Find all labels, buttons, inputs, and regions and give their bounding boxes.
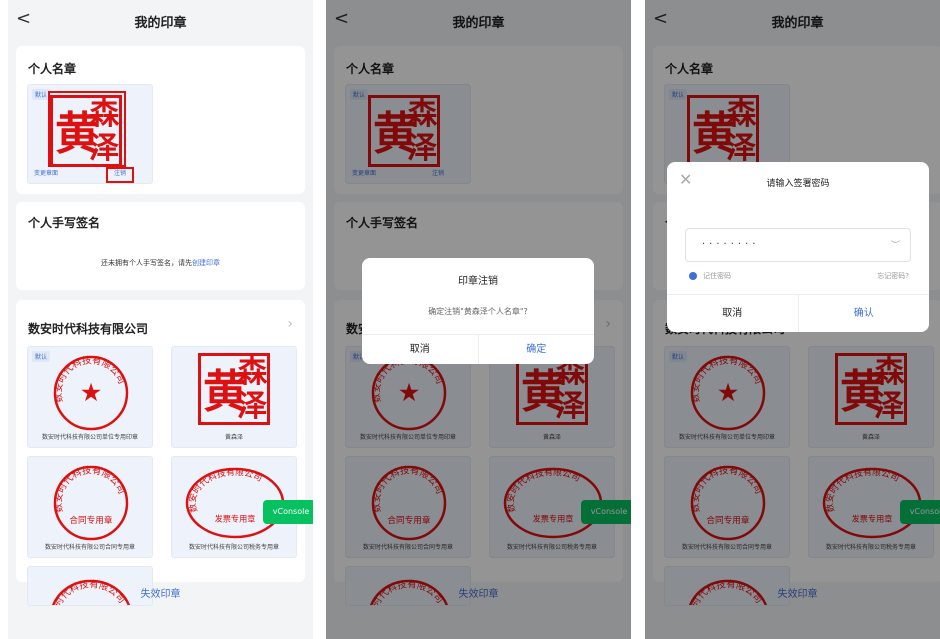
seal-inner-text: 合同专用章 — [69, 514, 113, 526]
seal-char: 森 — [237, 355, 268, 390]
cancel-button[interactable]: 取消 — [362, 335, 478, 364]
seal-caption: 数安时代科技有限公司合同专用章 — [44, 544, 135, 551]
dialog-title: 印章注销 — [458, 276, 498, 287]
dialog-buttons: 取消 确定 — [362, 334, 594, 364]
eye-closed-icon[interactable]: ︶ — [891, 238, 900, 251]
dialog-message: 确定注销"黄森泽个人名章"? — [428, 307, 528, 316]
name-seal-image: 黄森泽 — [198, 353, 270, 425]
seal-caption: 数安时代科技有限公司单位专用印章 — [41, 434, 138, 441]
confirm-button[interactable]: 确认 — [797, 295, 930, 332]
screen-password-dialog: <我的印章个人名章默认黄森泽变更章面注销个人手写签名还未拥有个人手写签名，请先创… — [645, 0, 940, 639]
seal-inner-text: 发票专用章 — [215, 514, 256, 524]
seal-char: 泽 — [237, 389, 268, 424]
seal-star: ★ — [80, 378, 103, 407]
personal-seal-tile[interactable]: 默认黄森泽变更章面注销 — [27, 84, 153, 184]
stage: < 我的印章个人名章默认黄森泽变更章面 注销个人手写签名还未拥有个人手写签名，请先创… — [0, 0, 940, 639]
nav-bar: < 我的印章 — [8, 0, 313, 44]
dialog-title: 请输入签署密码 — [766, 179, 830, 189]
password-input[interactable]: ········ ︶ — [685, 228, 911, 262]
default-badge: 默认 — [32, 351, 51, 362]
company-seal-tile[interactable]: 默认数安时代科技有限公司单位专用印章 数安时代科技有限公司★ — [27, 346, 153, 448]
dialog-buttons: 取消 确认 — [667, 294, 929, 332]
forgot-password-link[interactable]: 忘记密码? — [877, 271, 909, 281]
hint-text: 还未拥有个人手写签名，请先 — [101, 259, 192, 267]
screen-seal-list: < 我的印章个人名章默认黄森泽变更章面 注销个人手写签名还未拥有个人手写签名，请先创… — [8, 0, 313, 639]
chevron-right-icon[interactable]: › — [287, 316, 293, 332]
personal-seal-card: 个人名章默认黄森泽变更章面注销 — [16, 46, 305, 194]
seal-ring-text: 数安时代科技有限公司 — [52, 464, 127, 513]
empty-hint: 还未拥有个人手写签名，请先创建印章 — [16, 258, 305, 268]
seal-ring-text: 数安时代科技有限公司 — [186, 466, 264, 514]
company-seal-tile[interactable]: 数安时代科技有限公司合同专用章 数安时代科技有限公司 合同专用章 — [27, 456, 153, 558]
company-seal-tile[interactable]: 黄森泽黄森泽 — [171, 346, 297, 448]
remember-checkbox[interactable] — [689, 272, 697, 280]
section-title: 个人名章 — [28, 62, 77, 76]
highlight-box — [48, 91, 126, 167]
screen-cancel-dialog: <我的印章个人名章默认黄森泽变更章面注销个人手写签名还未拥有个人手写签名，请先创… — [326, 0, 631, 639]
password-mask: ········ — [702, 239, 760, 250]
confirm-button[interactable]: 确定 — [477, 335, 595, 364]
cancel-seal-dialog: 印章注销确定注销"黄森泽个人名章"? 取消 确定 — [362, 258, 594, 364]
cancel-button[interactable]: 取消 — [667, 295, 798, 332]
company-seal-image: 数安时代科技有限公司★ — [52, 354, 129, 431]
company-card: 数安时代科技有限公司›默认数安时代科技有限公司单位专用印章数安时代科技有限公司★… — [16, 300, 305, 606]
change-face-link[interactable]: 变更章面 — [34, 168, 58, 177]
handwritten-card: 个人手写签名还未拥有个人手写签名，请先创建印章 — [16, 202, 305, 290]
page-title: 我的印章 — [134, 16, 187, 31]
password-dialog: ✕ 请输入签署密码 ········ ︶ 记住密码 忘记密码? 取消 确认 — [667, 162, 929, 332]
company-name: 数安时代科技有限公司 — [28, 322, 149, 336]
remember-label: 记住密码 — [703, 272, 731, 280]
invalid-seals-link[interactable]: 失效印章 — [8, 585, 313, 600]
seal-caption: 数安时代科技有限公司税务专用章 — [188, 544, 279, 551]
seal-caption: 黄森泽 — [224, 434, 243, 441]
vconsole-button[interactable]: vConsole — [263, 500, 313, 524]
company-seal-image: 数安时代科技有限公司合同专用章 — [52, 464, 129, 541]
section-title: 个人手写签名 — [28, 216, 101, 230]
create-seal-link[interactable]: 创建印章 — [192, 259, 220, 267]
highlight-box — [106, 167, 134, 183]
